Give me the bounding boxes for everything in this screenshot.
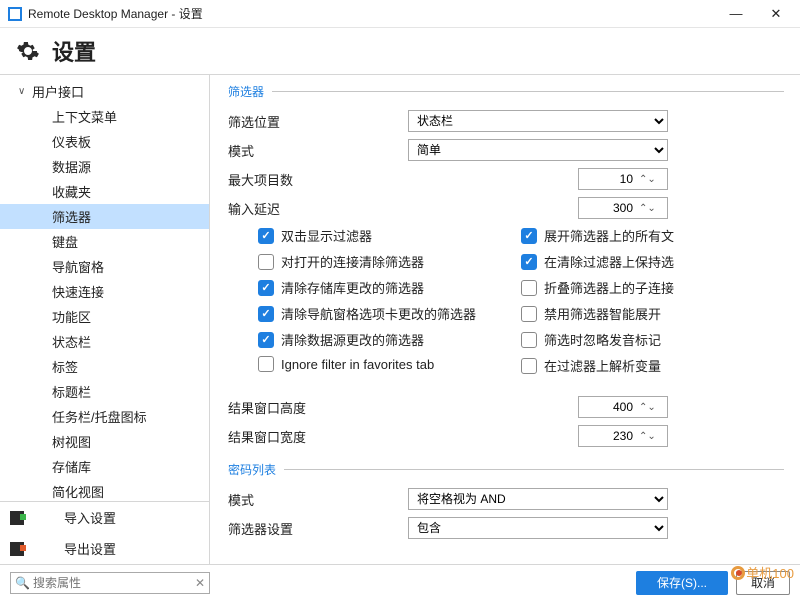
tree-item[interactable]: 导航窗格 bbox=[0, 254, 209, 279]
pwd-filter-label: 筛选器设置 bbox=[228, 519, 408, 538]
checkbox[interactable] bbox=[521, 306, 537, 322]
checkbox-row[interactable]: 双击显示过滤器 bbox=[258, 226, 521, 245]
result-height-stepper[interactable]: ⌃⌄ bbox=[578, 396, 668, 418]
tree-item[interactable]: 仪表板 bbox=[0, 129, 209, 154]
tree-item[interactable]: 数据源 bbox=[0, 154, 209, 179]
tree-item[interactable]: 标签 bbox=[0, 354, 209, 379]
filter-mode-select[interactable]: 简单 bbox=[408, 139, 668, 161]
export-icon bbox=[10, 542, 24, 556]
window-title: Remote Desktop Manager - 设置 bbox=[28, 5, 203, 22]
tree-item[interactable]: 功能区 bbox=[0, 304, 209, 329]
password-list-legend: 密码列表 bbox=[228, 461, 276, 478]
checkbox[interactable] bbox=[258, 332, 274, 348]
import-icon bbox=[10, 511, 24, 525]
tree-item[interactable]: 收藏夹 bbox=[0, 179, 209, 204]
checkbox[interactable] bbox=[521, 254, 537, 270]
checkbox[interactable] bbox=[258, 254, 274, 270]
checkbox-row[interactable]: 在过滤器上解析变量 bbox=[521, 356, 784, 375]
result-width-stepper[interactable]: ⌃⌄ bbox=[578, 425, 668, 447]
filter-location-label: 筛选位置 bbox=[228, 112, 408, 131]
app-icon bbox=[8, 7, 22, 21]
close-button[interactable]: ✕ bbox=[756, 0, 796, 28]
checkbox[interactable] bbox=[258, 280, 274, 296]
input-delay-stepper[interactable]: ⌃⌄ bbox=[578, 197, 668, 219]
tree-item[interactable]: 标题栏 bbox=[0, 379, 209, 404]
search-properties-input[interactable]: 🔍 ✕ bbox=[10, 572, 210, 594]
tree-item[interactable]: 快速连接 bbox=[0, 279, 209, 304]
checkbox-row[interactable]: Ignore filter in favorites tab bbox=[258, 356, 521, 372]
checkbox-row[interactable]: 对打开的连接清除筛选器 bbox=[258, 252, 521, 271]
input-delay-label: 输入延迟 bbox=[228, 199, 408, 218]
tree-item[interactable]: 存储库 bbox=[0, 454, 209, 479]
cancel-button[interactable]: 取消 bbox=[736, 571, 790, 595]
import-settings-button[interactable]: 导入设置 bbox=[0, 502, 209, 533]
checkbox-row[interactable]: 禁用筛选器智能展开 bbox=[521, 304, 784, 323]
export-settings-button[interactable]: 导出设置 bbox=[0, 533, 209, 564]
tree-item[interactable]: 简化视图 bbox=[0, 479, 209, 501]
search-icon: 🔍 bbox=[15, 576, 29, 590]
minimize-button[interactable]: — bbox=[716, 0, 756, 28]
save-button[interactable]: 保存(S)... bbox=[636, 571, 728, 595]
checkbox[interactable] bbox=[258, 306, 274, 322]
checkbox-row[interactable]: 筛选时忽略发音标记 bbox=[521, 330, 784, 349]
max-items-stepper[interactable]: ⌃⌄ bbox=[578, 168, 668, 190]
tree-item[interactable]: 筛选器 bbox=[0, 204, 209, 229]
filter-legend: 筛选器 bbox=[228, 83, 264, 100]
checkbox[interactable] bbox=[258, 356, 274, 372]
checkbox-row[interactable]: 展开筛选器上的所有文 bbox=[521, 226, 784, 245]
checkbox[interactable] bbox=[521, 228, 537, 244]
checkbox-row[interactable]: 清除存储库更改的筛选器 bbox=[258, 278, 521, 297]
checkbox-row[interactable]: 清除数据源更改的筛选器 bbox=[258, 330, 521, 349]
filter-mode-label: 模式 bbox=[228, 141, 408, 160]
tree-item[interactable]: 键盘 bbox=[0, 229, 209, 254]
checkbox[interactable] bbox=[521, 358, 537, 374]
gear-icon bbox=[16, 39, 40, 63]
tree-item[interactable]: 状态栏 bbox=[0, 329, 209, 354]
pwd-mode-select[interactable]: 将空格视为 AND bbox=[408, 488, 668, 510]
clear-search-icon[interactable]: ✕ bbox=[195, 576, 205, 590]
checkbox[interactable] bbox=[258, 228, 274, 244]
checkbox[interactable] bbox=[521, 332, 537, 348]
tree-item[interactable]: ∨用户接口 bbox=[0, 79, 209, 104]
checkbox-row[interactable]: 清除导航窗格选项卡更改的筛选器 bbox=[258, 304, 521, 323]
result-height-label: 结果窗口高度 bbox=[228, 398, 408, 417]
filter-location-select[interactable]: 状态栏 bbox=[408, 110, 668, 132]
checkbox-row[interactable]: 折叠筛选器上的子连接 bbox=[521, 278, 784, 297]
settings-tree: ∨用户接口上下文菜单仪表板数据源收藏夹筛选器键盘导航窗格快速连接功能区状态栏标签… bbox=[0, 75, 209, 501]
tree-item[interactable]: 树视图 bbox=[0, 429, 209, 454]
page-title: 设置 bbox=[52, 35, 96, 67]
result-width-label: 结果窗口宽度 bbox=[228, 427, 408, 446]
pwd-mode-label: 模式 bbox=[228, 490, 408, 509]
pwd-filter-select[interactable]: 包含 bbox=[408, 517, 668, 539]
checkbox[interactable] bbox=[521, 280, 537, 296]
tree-item[interactable]: 上下文菜单 bbox=[0, 104, 209, 129]
max-items-label: 最大项目数 bbox=[228, 170, 408, 189]
checkbox-row[interactable]: 在清除过滤器上保持选 bbox=[521, 252, 784, 271]
tree-item[interactable]: 任务栏/托盘图标 bbox=[0, 404, 209, 429]
